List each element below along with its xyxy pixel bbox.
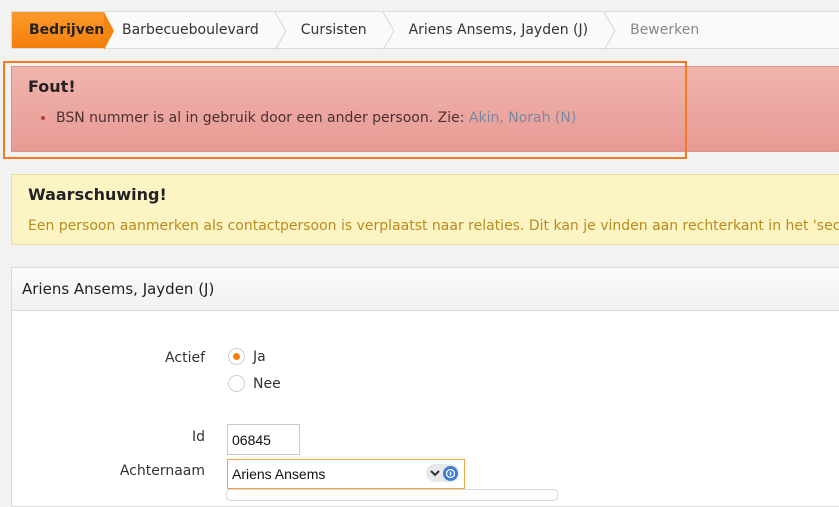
id-value: 06845 [232,431,271,448]
id-field[interactable]: 06845 [227,424,300,455]
radio-actief-ja[interactable]: Ja [228,348,266,365]
radio-nee-button[interactable] [228,375,245,392]
breadcrumb-item-person[interactable]: Ariens Ansems, Jayden (J) [395,12,605,48]
breadcrumb-separator [274,12,287,50]
radio-nee-label: Nee [253,375,281,392]
achternaam-field[interactable]: Ariens Ansems [227,459,465,489]
actief-label: Actief [165,350,205,366]
achternaam-value: Ariens Ansems [232,466,326,482]
breadcrumb-separator [604,12,616,50]
info-icon[interactable] [443,465,458,481]
autocomplete-dropdown [226,489,558,501]
error-list: BSN nummer is al in gebruik door een and… [26,110,576,126]
radio-ja-label: Ja [253,348,266,365]
breadcrumb-item-bedrijven[interactable]: Bedrijven [12,12,114,50]
achternaam-label: Achternaam [119,463,205,479]
warning-alert: Waarschuwing! Een persoon aanmerken als … [11,174,839,245]
error-message: BSN nummer is al in gebruik door een and… [56,110,469,126]
breadcrumb-separator [382,12,395,50]
breadcrumb-item-bewerken: Bewerken [630,22,700,38]
warning-title: Waarschuwing! [28,185,167,204]
breadcrumb-item-company[interactable]: Barbecueboulevard [118,12,275,48]
password-manager-controls[interactable] [426,464,459,482]
radio-ja-button[interactable] [228,348,245,365]
breadcrumb: Bedrijven Barbecueboulevard Cursisten Ar… [11,11,839,50]
id-label: Id [191,429,205,445]
error-alert: Fout! BSN nummer is al in gebruik door e… [11,66,839,152]
error-title: Fout! [28,77,76,96]
radio-actief-nee[interactable]: Nee [228,375,281,392]
breadcrumb-item-cursisten[interactable]: Cursisten [287,12,383,48]
error-item: BSN nummer is al in gebruik door een and… [56,110,576,126]
warning-message: Een persoon aanmerken als contactpersoon… [28,218,839,234]
panel-title: Ariens Ansems, Jayden (J) [12,268,839,311]
error-person-link[interactable]: Akin, Norah (N) [469,110,576,126]
radio-selected-dot [233,353,240,360]
chevron-down-icon[interactable] [429,467,441,479]
